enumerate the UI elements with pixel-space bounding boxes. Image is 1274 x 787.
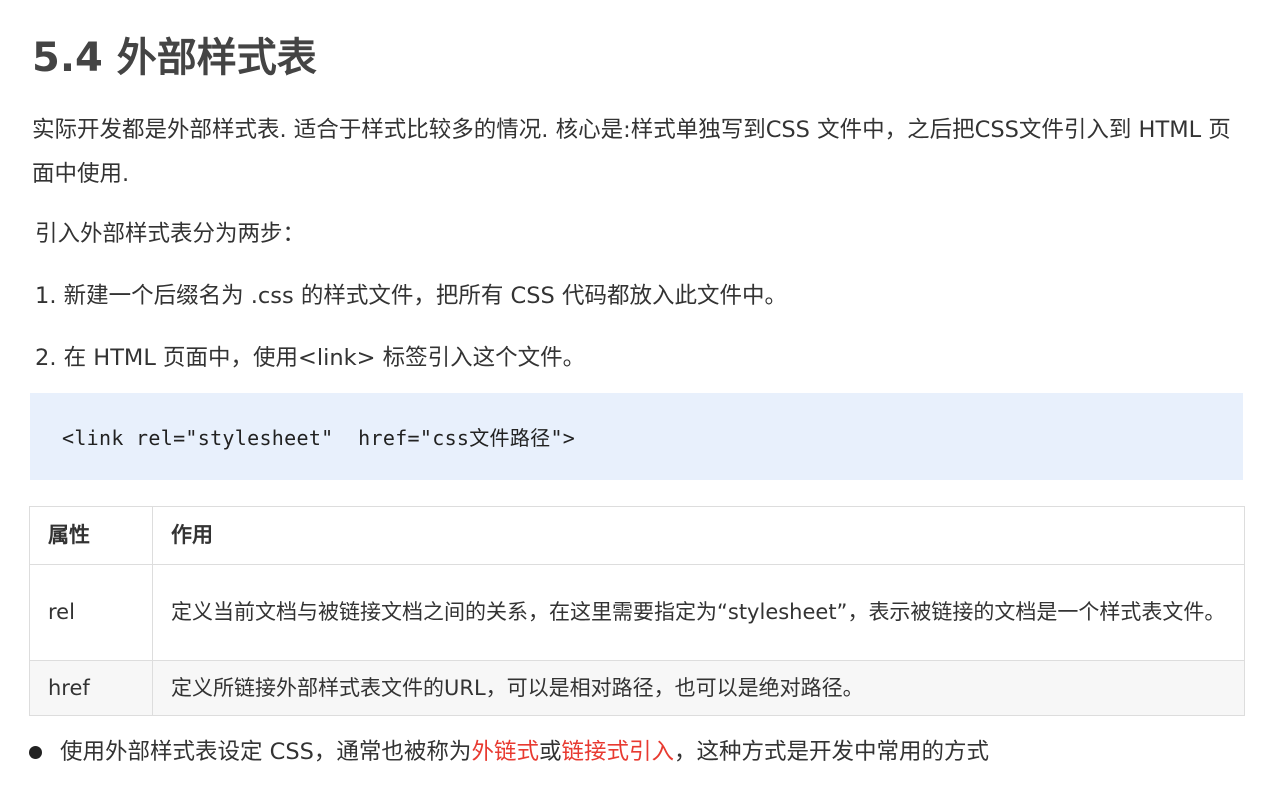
table-row: rel 定义当前文档与被链接文档之间的关系，在这里需要指定为“styleshee… [29, 564, 1245, 661]
code-block: <link rel="stylesheet" href="css文件路径"> [30, 393, 1243, 480]
bullet-prefix: 使用外部样式表设定 CSS，通常也被称为 [60, 739, 472, 765]
bullet-suffix: ，这种方式是开发中常用的方式 [673, 739, 989, 765]
bullet-dot-icon [29, 745, 42, 759]
steps-intro: 引入外部样式表分为两步： [35, 221, 306, 247]
table-header-row: 属性 作用 [29, 506, 1245, 565]
code-text: <link rel="stylesheet" href="css文件路径"> [62, 426, 576, 450]
attribute-table: 属性 作用 rel 定义当前文档与被链接文档之间的关系，在这里需要指定为“sty… [29, 506, 1245, 716]
attribute-description: 定义所链接外部样式表文件的URL，可以是相对路径，也可以是绝对路径。 [152, 660, 1245, 716]
step-1: 1. 新建一个后缀名为 .css 的样式文件，把所有 CSS 代码都放入此文件中… [35, 283, 787, 309]
table-row: href 定义所链接外部样式表文件的URL，可以是相对路径，也可以是绝对路径。 [29, 660, 1245, 716]
attribute-description: 定义当前文档与被链接文档之间的关系，在这里需要指定为“stylesheet”，表… [152, 564, 1245, 661]
highlight-external-link: 外链式 [471, 739, 539, 765]
attribute-name: rel [29, 564, 153, 661]
header-purpose: 作用 [152, 506, 1245, 565]
header-attribute: 属性 [29, 506, 153, 565]
page-title: 5.4 外部样式表 [32, 35, 317, 81]
step-2: 2. 在 HTML 页面中，使用<link> 标签引入这个文件。 [35, 345, 586, 371]
bullet-note: 使用外部样式表设定 CSS，通常也被称为外链式或链接式引入，这种方式是开发中常用… [27, 730, 989, 774]
highlight-link-import: 链接式引入 [561, 739, 674, 765]
bullet-middle: 或 [538, 739, 562, 765]
bullet-text: 使用外部样式表设定 CSS，通常也被称为外链式或链接式引入，这种方式是开发中常用… [60, 730, 989, 774]
intro-paragraph: 实际开发都是外部样式表. 适合于样式比较多的情况. 核心是:样式单独写到CSS … [32, 117, 1231, 187]
attribute-name: href [29, 660, 153, 716]
